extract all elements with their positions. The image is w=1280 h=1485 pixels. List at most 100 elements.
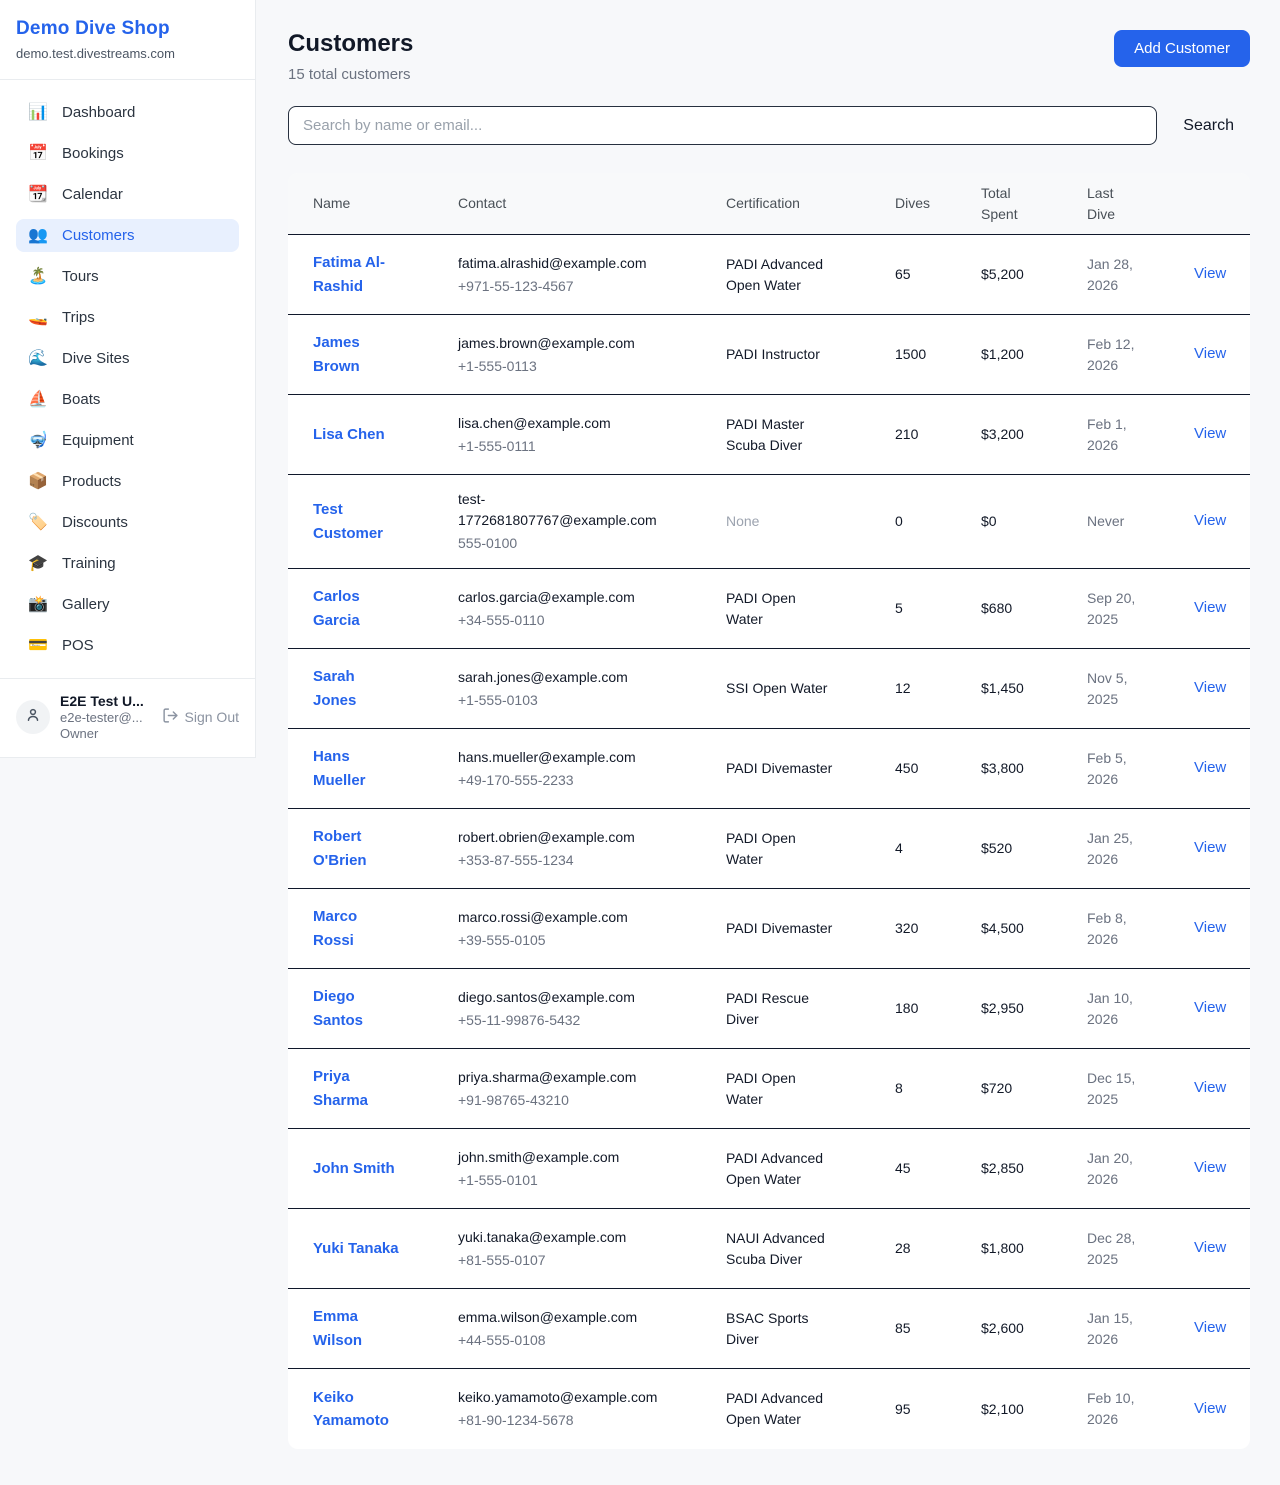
customer-name-link[interactable]: Sarah Jones bbox=[313, 665, 401, 712]
sidebar-item-dashboard[interactable]: 📊 Dashboard bbox=[16, 96, 239, 129]
customer-name-link[interactable]: Keiko Yamamoto bbox=[313, 1386, 401, 1433]
customer-dives: 1500 bbox=[895, 344, 981, 365]
sidebar-item-calendar[interactable]: 📆 Calendar bbox=[16, 178, 239, 211]
customer-name-link[interactable]: Priya Sharma bbox=[313, 1065, 401, 1112]
customer-certification: PADI Divemaster bbox=[726, 758, 850, 779]
customer-name-link[interactable]: John Smith bbox=[313, 1157, 395, 1180]
customer-certification: BSAC Sports Diver bbox=[726, 1308, 850, 1350]
customer-name-link[interactable]: Diego Santos bbox=[313, 985, 401, 1032]
table-row: John Smith john.smith@example.com +1-555… bbox=[288, 1129, 1250, 1209]
sidebar-item-boats[interactable]: ⛵ Boats bbox=[16, 383, 239, 416]
customer-certification: PADI Open Water bbox=[726, 588, 850, 630]
customer-total-spent: $1,800 bbox=[981, 1238, 1087, 1259]
sidebar-item-gallery[interactable]: 📸 Gallery bbox=[16, 588, 239, 621]
customer-name-link[interactable]: Yuki Tanaka bbox=[313, 1237, 399, 1260]
customers-table: Name Contact Certification Dives Total S… bbox=[288, 173, 1250, 1449]
view-customer-link[interactable]: View bbox=[1194, 425, 1226, 442]
customer-email: lisa.chen@example.com bbox=[458, 413, 664, 434]
customer-email: james.brown@example.com bbox=[458, 333, 664, 354]
customer-dives: 180 bbox=[895, 998, 981, 1019]
dashboard-icon: 📊 bbox=[28, 105, 48, 121]
customer-dives: 45 bbox=[895, 1158, 981, 1179]
view-customer-link[interactable]: View bbox=[1194, 599, 1226, 616]
customer-phone: +1-555-0101 bbox=[458, 1170, 712, 1191]
sidebar-item-tours[interactable]: 🏝️ Tours bbox=[16, 260, 239, 293]
customer-phone: +44-555-0108 bbox=[458, 1330, 712, 1351]
table-row: Hans Mueller hans.mueller@example.com +4… bbox=[288, 729, 1250, 809]
customer-email: marco.rossi@example.com bbox=[458, 907, 664, 928]
customer-email: sarah.jones@example.com bbox=[458, 667, 664, 688]
sign-out-button[interactable]: Sign Out bbox=[162, 707, 239, 727]
sidebar-item-dive-sites[interactable]: 🌊 Dive Sites bbox=[16, 342, 239, 375]
customer-phone: +1-555-0103 bbox=[458, 690, 712, 711]
main-content: Customers 15 total customers Add Custome… bbox=[256, 0, 1280, 1476]
view-customer-link[interactable]: View bbox=[1194, 1319, 1226, 1336]
customer-email: diego.santos@example.com bbox=[458, 987, 664, 1008]
table-row: Sarah Jones sarah.jones@example.com +1-5… bbox=[288, 649, 1250, 729]
pos-icon: 💳 bbox=[28, 638, 48, 654]
search-bar: Search bbox=[288, 106, 1250, 145]
view-customer-link[interactable]: View bbox=[1194, 1239, 1226, 1256]
view-customer-link[interactable]: View bbox=[1194, 512, 1226, 529]
user-email: e2e-tester@... bbox=[60, 710, 152, 725]
customer-name-link[interactable]: James Brown bbox=[313, 331, 401, 378]
customer-dives: 0 bbox=[895, 511, 981, 532]
view-customer-link[interactable]: View bbox=[1194, 1159, 1226, 1176]
customer-total-spent: $520 bbox=[981, 838, 1087, 859]
add-customer-button[interactable]: Add Customer bbox=[1114, 30, 1250, 67]
customer-total-spent: $0 bbox=[981, 511, 1087, 532]
customer-name-link[interactable]: Carlos Garcia bbox=[313, 585, 401, 632]
customer-phone: +81-90-1234-5678 bbox=[458, 1410, 712, 1431]
customer-email: fatima.alrashid@example.com bbox=[458, 253, 664, 274]
table-row: Emma Wilson emma.wilson@example.com +44-… bbox=[288, 1289, 1250, 1369]
view-customer-link[interactable]: View bbox=[1194, 345, 1226, 362]
customer-name-link[interactable]: Hans Mueller bbox=[313, 745, 401, 792]
customer-certification: PADI Advanced Open Water bbox=[726, 1148, 850, 1190]
customers-icon: 👥 bbox=[28, 228, 48, 244]
customer-last-dive: Jan 25, 2026 bbox=[1087, 828, 1167, 870]
view-customer-link[interactable]: View bbox=[1194, 999, 1226, 1016]
training-icon: 🎓 bbox=[28, 556, 48, 572]
search-button[interactable]: Search bbox=[1183, 117, 1234, 135]
customer-last-dive: Nov 5, 2025 bbox=[1087, 668, 1167, 710]
table-row: Keiko Yamamoto keiko.yamamoto@example.co… bbox=[288, 1369, 1250, 1449]
table-row: Lisa Chen lisa.chen@example.com +1-555-0… bbox=[288, 395, 1250, 475]
view-customer-link[interactable]: View bbox=[1194, 1400, 1226, 1417]
view-customer-link[interactable]: View bbox=[1194, 919, 1226, 936]
view-customer-link[interactable]: View bbox=[1194, 759, 1226, 776]
customer-last-dive: Never bbox=[1087, 511, 1167, 532]
view-customer-link[interactable]: View bbox=[1194, 679, 1226, 696]
customer-last-dive: Dec 15, 2025 bbox=[1087, 1068, 1167, 1110]
customer-name-link[interactable]: Test Customer bbox=[313, 498, 401, 545]
customer-dives: 210 bbox=[895, 424, 981, 445]
customer-dives: 5 bbox=[895, 598, 981, 619]
customer-certification: NAUI Advanced Scuba Diver bbox=[726, 1228, 850, 1270]
customer-certification: PADI Open Water bbox=[726, 1068, 850, 1110]
user-footer: E2E Test U... e2e-tester@... Owner Sign … bbox=[0, 678, 255, 757]
customer-name-link[interactable]: Robert O'Brien bbox=[313, 825, 401, 872]
sidebar-item-products[interactable]: 📦 Products bbox=[16, 465, 239, 498]
customer-name-link[interactable]: Marco Rossi bbox=[313, 905, 401, 952]
view-customer-link[interactable]: View bbox=[1194, 1079, 1226, 1096]
search-input[interactable] bbox=[288, 106, 1157, 145]
customer-last-dive: Jan 10, 2026 bbox=[1087, 988, 1167, 1030]
sidebar-item-equipment[interactable]: 🤿 Equipment bbox=[16, 424, 239, 457]
user-info: E2E Test U... e2e-tester@... Owner bbox=[60, 693, 152, 741]
sidebar-item-discounts[interactable]: 🏷️ Discounts bbox=[16, 506, 239, 539]
view-customer-link[interactable]: View bbox=[1194, 839, 1226, 856]
sidebar-item-training[interactable]: 🎓 Training bbox=[16, 547, 239, 580]
sidebar-item-customers[interactable]: 👥 Customers bbox=[16, 219, 239, 252]
sidebar-item-bookings[interactable]: 📅 Bookings bbox=[16, 137, 239, 170]
customer-email: john.smith@example.com bbox=[458, 1147, 664, 1168]
customer-name-link[interactable]: Lisa Chen bbox=[313, 423, 385, 446]
customer-name-link[interactable]: Emma Wilson bbox=[313, 1305, 401, 1352]
sidebar-item-trips[interactable]: 🚤 Trips bbox=[16, 301, 239, 334]
view-customer-link[interactable]: View bbox=[1194, 265, 1226, 282]
sidebar-item-pos[interactable]: 💳 POS bbox=[16, 629, 239, 662]
customer-phone: 555-0100 bbox=[458, 533, 712, 554]
calendar-icon: 📆 bbox=[28, 187, 48, 203]
dive-sites-icon: 🌊 bbox=[28, 351, 48, 367]
sign-out-icon bbox=[162, 707, 179, 727]
customer-name-link[interactable]: Fatima Al-Rashid bbox=[313, 251, 401, 298]
customer-certification: SSI Open Water bbox=[726, 678, 850, 699]
